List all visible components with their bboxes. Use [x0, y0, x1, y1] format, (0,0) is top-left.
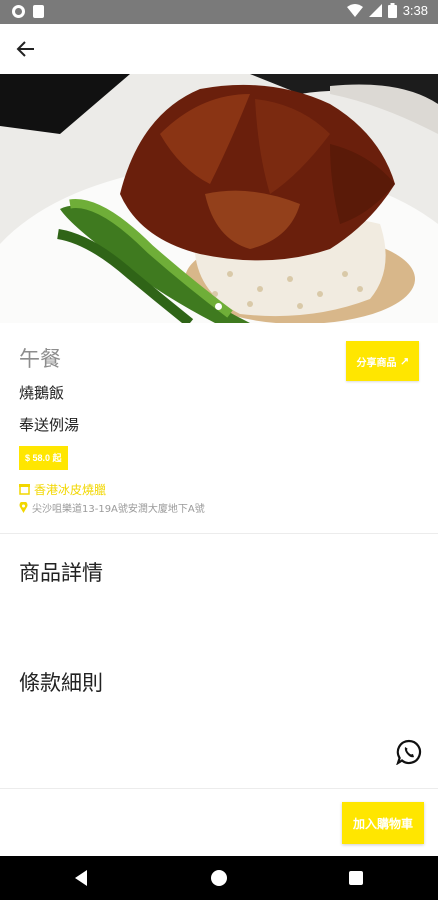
nav-home-icon[interactable] — [211, 870, 227, 886]
shop-link[interactable]: 香港冰皮燒臘 — [19, 481, 106, 498]
nav-recents-icon[interactable] — [349, 871, 363, 885]
status-bar: 3:38 — [0, 0, 438, 24]
add-to-cart-button[interactable]: 加入購物車 — [342, 802, 424, 844]
divider — [0, 788, 438, 789]
signal-icon — [368, 4, 382, 17]
roast-goose-rice-image — [0, 74, 438, 323]
share-label: 分享商品 — [356, 357, 397, 369]
whatsapp-icon — [396, 739, 422, 766]
clock: 3:38 — [402, 3, 428, 18]
product-details-title: 商品詳情 — [19, 561, 103, 585]
shop-address: 尖沙咀樂道13-19A號安潤大廈地下A號 — [32, 504, 205, 515]
store-icon — [19, 484, 30, 495]
product-name: 燒鵝飯 — [19, 384, 65, 402]
notification-icons — [12, 5, 44, 18]
battery-icon — [387, 3, 397, 18]
share-button[interactable]: 分享商品 — [346, 341, 419, 381]
location-pin-icon — [19, 502, 28, 513]
product-extra: 奉送例湯 — [19, 416, 80, 434]
arrow-left-icon — [16, 41, 34, 57]
shop-name: 香港冰皮燒臘 — [34, 483, 107, 497]
back-button[interactable] — [12, 35, 40, 63]
link-icon — [400, 357, 408, 365]
notification-circle-icon — [12, 5, 25, 18]
shop-address-row: 尖沙咀樂道13-19A號安潤大廈地下A號 — [19, 500, 205, 515]
app-bar — [0, 24, 438, 74]
sd-card-icon — [33, 5, 44, 18]
divider — [0, 533, 438, 534]
meal-title: 午餐 — [19, 347, 61, 371]
wifi-icon — [346, 3, 363, 17]
image-pager-dot[interactable] — [215, 303, 222, 310]
system-icons: 3:38 — [346, 3, 428, 18]
price-badge: $ 58.0 起 — [19, 446, 68, 470]
product-image[interactable] — [0, 74, 438, 323]
terms-title: 條款細則 — [19, 671, 103, 695]
system-nav-bar — [0, 856, 438, 900]
whatsapp-button[interactable] — [396, 739, 422, 766]
nav-back-icon[interactable] — [75, 870, 87, 886]
